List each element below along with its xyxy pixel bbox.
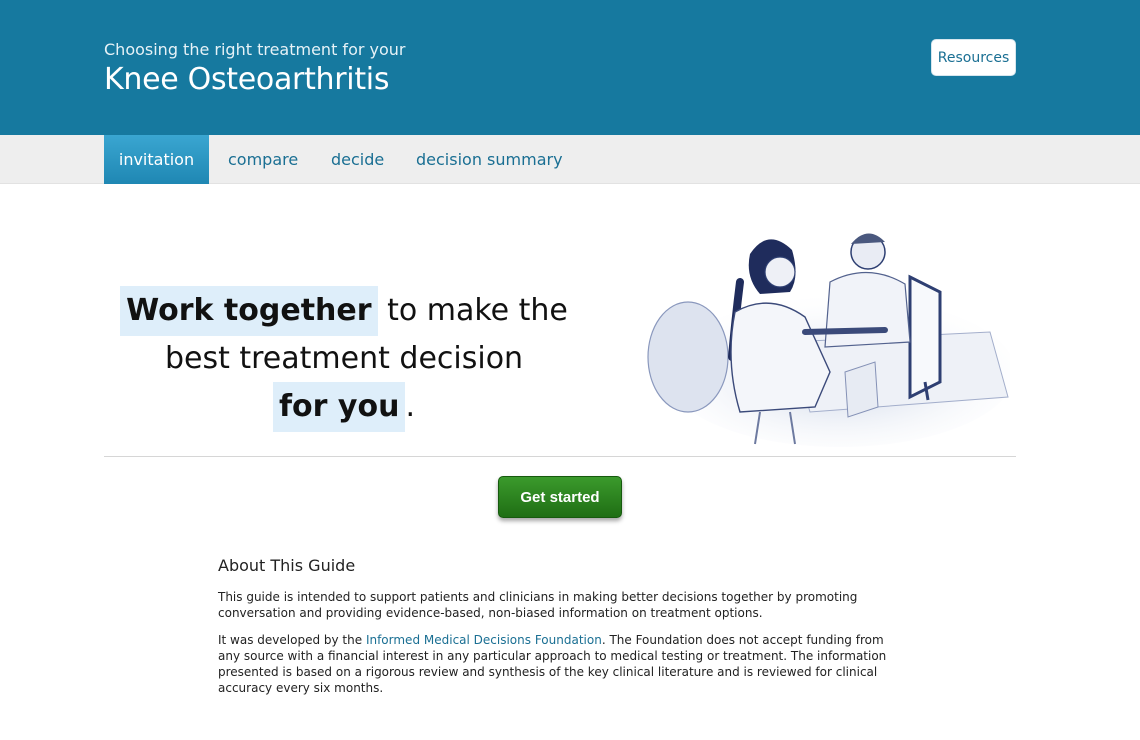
about-section: About This Guide This guide is intended … bbox=[218, 556, 898, 707]
foundation-link[interactable]: Informed Medical Decisions Foundation bbox=[366, 633, 602, 647]
tab-compare[interactable]: compare bbox=[228, 135, 298, 184]
header-subtitle: Choosing the right treatment for your bbox=[104, 40, 406, 59]
hero-text-1: to make the bbox=[377, 293, 568, 328]
hero-text-3: . bbox=[405, 389, 415, 424]
about-paragraph-2: It was developed by the Informed Medical… bbox=[218, 632, 898, 696]
hero-headline: Work together to make the best treatment… bbox=[104, 286, 584, 432]
tab-decide[interactable]: decide bbox=[331, 135, 384, 184]
get-started-button[interactable]: Get started bbox=[498, 476, 622, 518]
hero-text-2: best treatment decision bbox=[164, 341, 524, 376]
tab-decision-summary[interactable]: decision summary bbox=[416, 135, 563, 184]
hero-highlight-work-together: Work together bbox=[120, 286, 378, 336]
hero-line-2: best treatment decision for you. bbox=[104, 336, 584, 432]
tab-invitation[interactable]: invitation bbox=[104, 135, 209, 184]
section-divider bbox=[104, 456, 1016, 457]
page-title: Knee Osteoarthritis bbox=[104, 62, 390, 97]
doctor-patient-illustration bbox=[647, 233, 1010, 447]
header-banner: Choosing the right treatment for your Kn… bbox=[0, 0, 1140, 135]
about-paragraph-2-prefix: It was developed by the bbox=[218, 633, 366, 647]
about-paragraph-1: This guide is intended to support patien… bbox=[218, 590, 858, 620]
resources-button[interactable]: Resources bbox=[931, 39, 1016, 76]
hero-highlight-for-you: for you bbox=[273, 382, 406, 432]
main-nav: invitation compare decide decision summa… bbox=[0, 135, 1140, 184]
about-heading: About This Guide bbox=[218, 556, 356, 575]
